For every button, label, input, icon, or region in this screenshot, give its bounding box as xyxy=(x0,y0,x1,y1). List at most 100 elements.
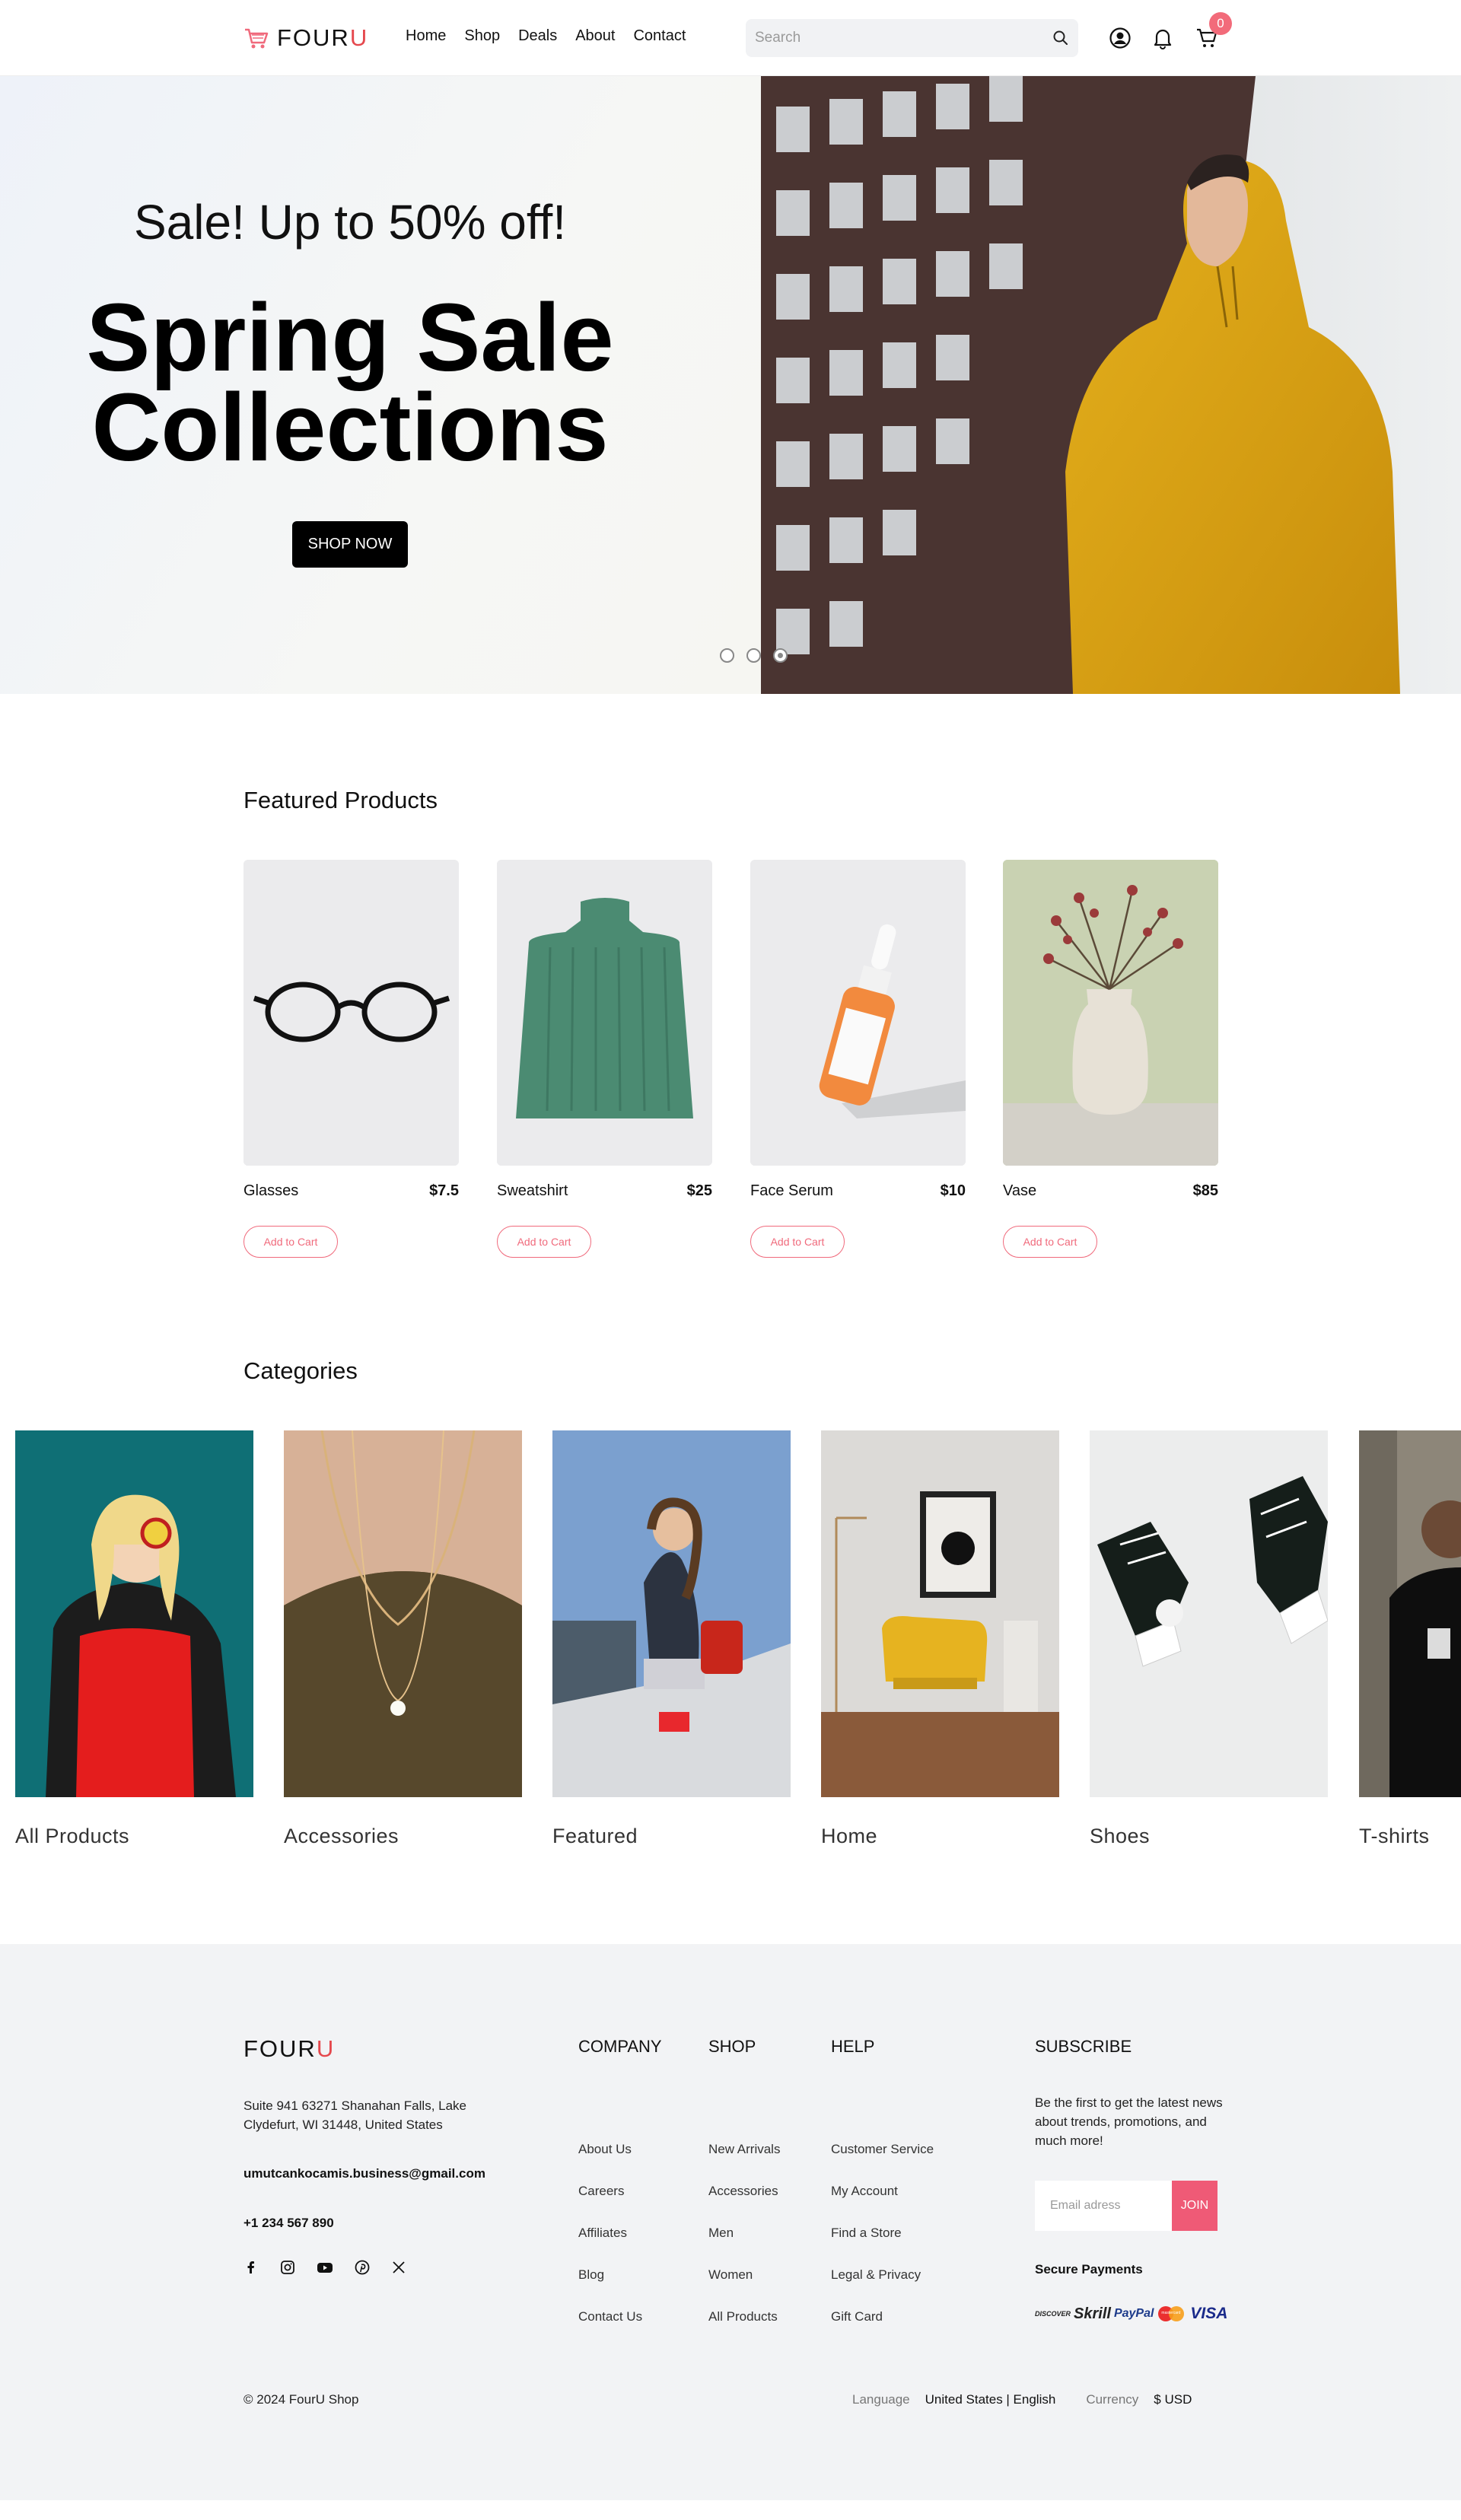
category-image[interactable] xyxy=(1090,1430,1328,1797)
discover-logo: DISCOVER xyxy=(1035,2310,1071,2318)
visa-logo: VISA xyxy=(1190,2305,1228,2322)
footer-link[interactable]: Customer Service xyxy=(831,2142,934,2184)
footer-link[interactable]: Men xyxy=(708,2226,780,2267)
add-to-cart-button[interactable]: Add to Cart xyxy=(1003,1226,1097,1258)
footer-shop-links: New Arrivals Accessories Men Women All P… xyxy=(708,2142,780,2351)
locale-settings: Language United States | English Currenc… xyxy=(852,2392,1192,2407)
search-bar xyxy=(746,19,1078,57)
footer-company-title: COMPANY xyxy=(578,2037,662,2056)
footer-link[interactable]: Legal & Privacy xyxy=(831,2267,934,2309)
pinterest-icon[interactable] xyxy=(355,2260,370,2275)
nav-home[interactable]: Home xyxy=(406,27,446,45)
currency-selector[interactable]: $ USD xyxy=(1154,2392,1192,2407)
hero-banner: Sale! Up to 50% off! Spring Sale Collect… xyxy=(0,76,1461,694)
category-image[interactable] xyxy=(15,1430,253,1797)
add-to-cart-button[interactable]: Add to Cart xyxy=(244,1226,338,1258)
language-selector[interactable]: United States | English xyxy=(925,2392,1056,2407)
footer-help-links: Customer Service My Account Find a Store… xyxy=(831,2142,934,2351)
category-shoes[interactable]: Shoes xyxy=(1090,1430,1328,1848)
product-card[interactable]: Vase $85 Add to Cart xyxy=(1003,860,1218,1258)
category-label: Home xyxy=(821,1825,878,1847)
footer-link[interactable]: My Account xyxy=(831,2184,934,2226)
search-input[interactable] xyxy=(755,30,1052,46)
skrill-logo: Skrill xyxy=(1074,2305,1111,2322)
category-image[interactable] xyxy=(821,1430,1059,1797)
product-image-sweatshirt[interactable] xyxy=(497,860,712,1166)
carousel-dot-3[interactable] xyxy=(773,648,788,663)
product-price: $85 xyxy=(1192,1182,1218,1199)
category-image[interactable] xyxy=(284,1430,522,1797)
language-label: Language xyxy=(852,2392,910,2407)
add-to-cart-button[interactable]: Add to Cart xyxy=(750,1226,845,1258)
shop-now-button[interactable]: SHOP NOW xyxy=(292,521,408,568)
product-card[interactable]: Glasses $7.5 Add to Cart xyxy=(244,860,459,1258)
product-name: Face Serum xyxy=(750,1182,833,1199)
nav-contact[interactable]: Contact xyxy=(633,27,686,45)
hero-image xyxy=(761,76,1461,694)
category-image[interactable] xyxy=(1359,1430,1461,1797)
account-icon[interactable] xyxy=(1105,23,1135,53)
product-image-glasses[interactable] xyxy=(244,860,459,1166)
currency-label: Currency xyxy=(1086,2392,1139,2407)
email-field[interactable] xyxy=(1035,2181,1172,2231)
product-card[interactable]: Sweatshirt $25 Add to Cart xyxy=(497,860,712,1258)
bell-icon[interactable] xyxy=(1147,23,1178,53)
search-icon[interactable] xyxy=(1052,30,1069,46)
footer-logo[interactable]: FOURU xyxy=(244,2035,335,2063)
footer-link[interactable]: New Arrivals xyxy=(708,2142,780,2184)
secure-payments-label: Secure Payments xyxy=(1035,2262,1143,2277)
footer-link[interactable]: Accessories xyxy=(708,2184,780,2226)
join-button[interactable]: JOIN xyxy=(1172,2181,1218,2231)
product-name: Glasses xyxy=(244,1182,299,1199)
add-to-cart-button[interactable]: Add to Cart xyxy=(497,1226,591,1258)
hero-text-panel: Sale! Up to 50% off! Spring Sale Collect… xyxy=(0,76,761,694)
footer-link[interactable]: Affiliates xyxy=(578,2226,642,2267)
x-icon[interactable] xyxy=(391,2260,406,2275)
facebook-icon[interactable] xyxy=(244,2260,259,2275)
footer-phone[interactable]: +1 234 567 890 xyxy=(244,2216,334,2231)
instagram-icon[interactable] xyxy=(280,2260,295,2275)
youtube-icon[interactable] xyxy=(317,2260,333,2275)
subscribe-description: Be the first to get the latest news abou… xyxy=(1035,2095,1223,2148)
site-footer: FOURU Suite 941 63271 Shanahan Falls, La… xyxy=(0,1944,1461,2500)
footer-link[interactable]: Careers xyxy=(578,2184,642,2226)
footer-link[interactable]: Contact Us xyxy=(578,2309,642,2351)
footer-link[interactable]: Find a Store xyxy=(831,2226,934,2267)
main-nav: Home Shop Deals About Contact xyxy=(406,27,686,45)
footer-help-title: HELP xyxy=(831,2037,875,2056)
category-image[interactable] xyxy=(552,1430,791,1797)
hero-title: Spring Sale Collections xyxy=(86,284,614,481)
category-t-shirts[interactable]: T-shirts xyxy=(1359,1430,1461,1848)
footer-link[interactable]: Women xyxy=(708,2267,780,2309)
category-label: T-shirts xyxy=(1359,1825,1430,1847)
carousel-dots xyxy=(720,648,788,663)
footer-link[interactable]: About Us xyxy=(578,2142,642,2184)
logo[interactable]: FOURU xyxy=(244,24,368,52)
product-image-vase[interactable] xyxy=(1003,860,1218,1166)
footer-address: Suite 941 63271 Shanahan Falls, Lake Cly… xyxy=(244,2098,467,2132)
category-all-products[interactable]: All Products xyxy=(15,1430,253,1848)
product-image-face-serum[interactable] xyxy=(750,860,966,1166)
site-header: FOURU Home Shop Deals About Contact 0 xyxy=(0,0,1461,76)
mastercard-logo: mastercard xyxy=(1157,2305,1187,2323)
product-card[interactable]: Face Serum $10 Add to Cart xyxy=(750,860,966,1258)
nav-shop[interactable]: Shop xyxy=(464,27,500,45)
nav-about[interactable]: About xyxy=(575,27,615,45)
carousel-dot-1[interactable] xyxy=(720,648,734,663)
footer-email[interactable]: umutcankocamis.business@gmail.com xyxy=(244,2166,485,2181)
category-accessories[interactable]: Accessories xyxy=(284,1430,522,1848)
copyright: © 2024 FourU Shop xyxy=(244,2392,359,2407)
shopping-cart-logo-icon xyxy=(245,28,269,49)
product-name: Sweatshirt xyxy=(497,1182,568,1199)
nav-deals[interactable]: Deals xyxy=(518,27,557,45)
featured-products-title: Featured Products xyxy=(244,787,438,813)
footer-link[interactable]: Gift Card xyxy=(831,2309,934,2351)
footer-link[interactable]: Blog xyxy=(578,2267,642,2309)
footer-link[interactable]: All Products xyxy=(708,2309,780,2351)
category-home[interactable]: Home xyxy=(821,1430,1059,1848)
footer-shop-title: SHOP xyxy=(708,2037,756,2056)
carousel-dot-2[interactable] xyxy=(746,648,761,663)
category-featured[interactable]: Featured xyxy=(552,1430,791,1848)
category-label: All Products xyxy=(15,1825,130,1847)
category-label: Featured xyxy=(552,1825,638,1847)
